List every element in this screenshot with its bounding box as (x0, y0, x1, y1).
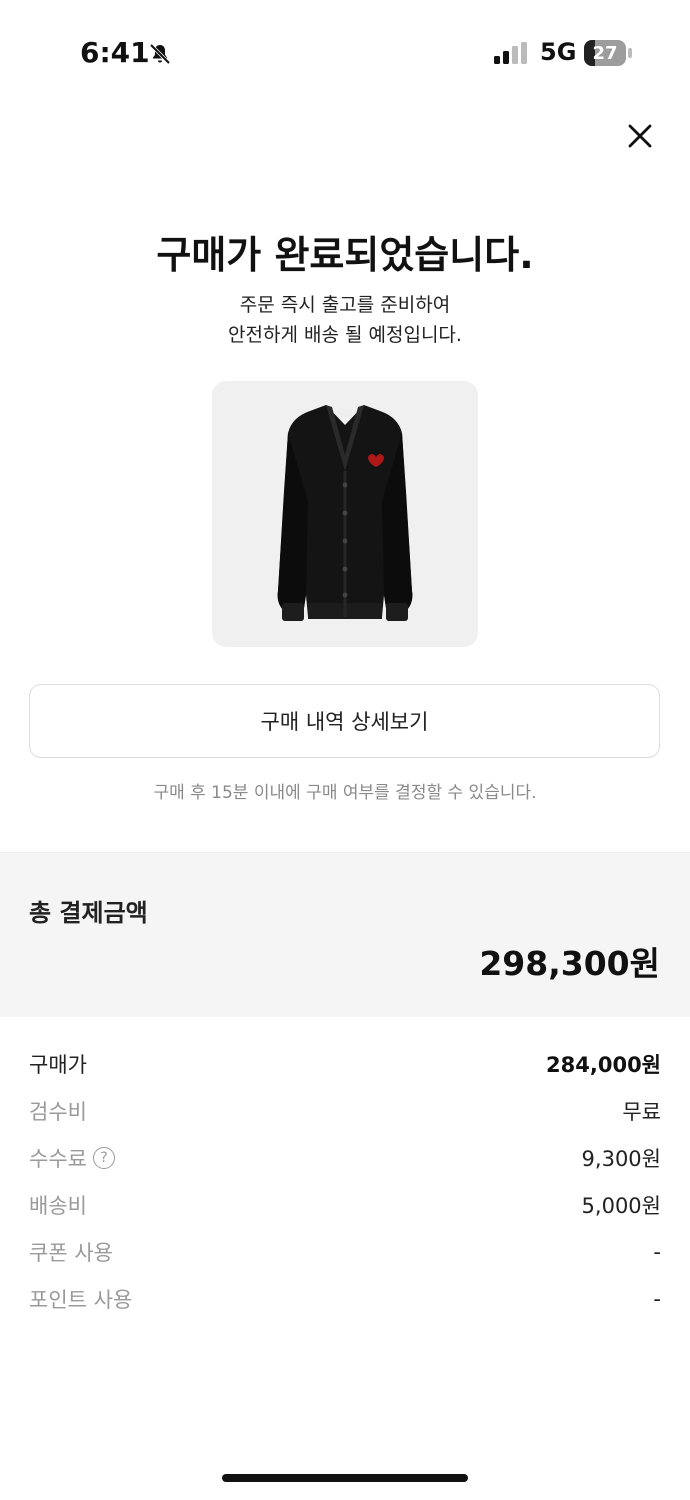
breakdown-label: 검수비 (29, 1099, 87, 1124)
breakdown-row-inspection: 검수비 무료 (29, 1087, 661, 1134)
subtitle-line-1: 주문 즉시 출고를 준비하여 (239, 294, 451, 316)
breakdown-value: 284,000원 (546, 1052, 661, 1077)
breakdown-value: - (653, 1286, 661, 1311)
breakdown-label: 수수료 (29, 1146, 87, 1171)
total-amount: 298,300원 (479, 944, 660, 983)
subtitle-line-2: 안전하게 배송 될 예정입니다. (228, 324, 462, 346)
breakdown-label: 구매가 (29, 1052, 87, 1077)
purchase-detail-button[interactable]: 구매 내역 상세보기 (29, 684, 660, 758)
decision-notice: 구매 후 15분 이내에 구매 여부를 결정할 수 있습니다. (153, 783, 537, 803)
bell-slash-icon (149, 43, 171, 65)
breakdown-label: 배송비 (29, 1193, 87, 1218)
breakdown-value: 무료 (622, 1099, 661, 1124)
network-label: 5G (540, 38, 577, 66)
breakdown-row-shipping: 배송비 5,000원 (29, 1181, 661, 1228)
breakdown-row-coupon: 쿠폰 사용 - (29, 1228, 661, 1275)
cardigan-illustration (277, 405, 413, 621)
total-label: 총 결제금액 (29, 899, 148, 927)
breakdown-label: 포인트 사용 (29, 1287, 133, 1312)
breakdown-label: 쿠폰 사용 (29, 1240, 113, 1265)
help-icon[interactable]: ? (92, 1146, 115, 1169)
page-title: 구매가 완료되었습니다. (156, 233, 534, 277)
breakdown-value: - (653, 1239, 661, 1264)
total-payment-section: 총 결제금액 298,300원 (0, 852, 690, 1017)
price-breakdown: 구매가 284,000원 검수비 무료 수수료 ? 9,300원 배송비 5,0… (29, 1040, 661, 1322)
page-subtitle: 주문 즉시 출고를 준비하여 안전하게 배송 될 예정입니다. (0, 290, 690, 350)
product-image (212, 381, 478, 647)
status-time: 6:41 (80, 36, 150, 69)
breakdown-row-price: 구매가 284,000원 (29, 1040, 661, 1087)
breakdown-label-wrap: 수수료 ? (29, 1143, 115, 1173)
breakdown-row-fee: 수수료 ? 9,300원 (29, 1134, 661, 1181)
home-indicator (222, 1474, 468, 1482)
breakdown-value: 5,000원 (581, 1193, 661, 1218)
battery-percent: 27 (592, 42, 618, 64)
breakdown-row-points: 포인트 사용 - (29, 1275, 661, 1322)
battery-icon: 27 (584, 40, 632, 66)
close-icon[interactable] (622, 118, 658, 154)
signal-icon (494, 42, 527, 64)
breakdown-value: 9,300원 (581, 1146, 661, 1171)
